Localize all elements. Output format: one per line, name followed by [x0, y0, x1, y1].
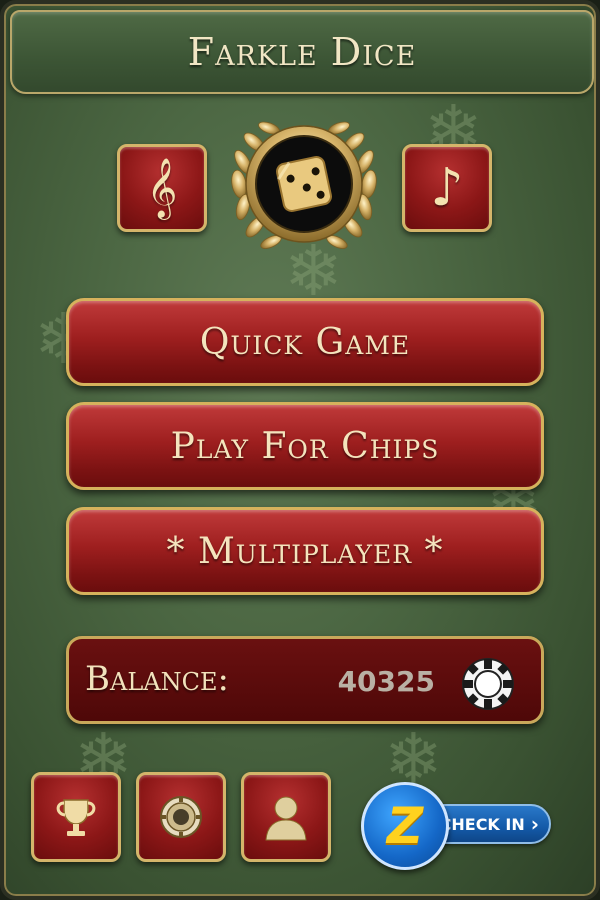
check-in-label: CHECK IN: [439, 814, 525, 834]
quick-game-label: Quick Game: [199, 321, 411, 363]
chevron-right-icon: ›: [530, 812, 539, 836]
page-title: Farkle Dice: [187, 30, 417, 74]
multiplayer-label: * Multiplayer *: [166, 530, 444, 572]
balance-label: Balance:: [85, 659, 229, 699]
achievements-button[interactable]: [31, 772, 121, 862]
chips-shop-button[interactable]: [136, 772, 226, 862]
quick-game-button[interactable]: Quick Game: [66, 298, 544, 386]
sound-fx-button[interactable]: 𝄞: [117, 144, 207, 232]
dice-laurel-icon: [219, 112, 389, 262]
check-in-button[interactable]: CHECK IN › Z: [361, 782, 556, 870]
game-screen: ❄ ❄ ❄ ❄ ❄ ❄ Farkle Dice 𝄞 ♪ Quick Game P…: [0, 0, 600, 900]
music-button[interactable]: ♪: [402, 144, 492, 232]
poker-chip-icon: [462, 658, 514, 710]
user-silhouette-icon: [265, 796, 307, 841]
title-bar: Farkle Dice: [10, 10, 594, 94]
profile-button[interactable]: [241, 772, 331, 862]
balance-value: 40325: [337, 665, 435, 698]
trophy-icon: [56, 799, 96, 836]
multiplayer-button[interactable]: * Multiplayer *: [66, 507, 544, 595]
music-note-icon: ♪: [430, 158, 464, 218]
coin-icon: [160, 796, 202, 838]
balance-panel: Balance: 40325: [66, 636, 544, 724]
z-logo-icon: Z: [361, 782, 449, 870]
play-for-chips-button[interactable]: Play For Chips: [66, 402, 544, 490]
z-logo-letter: Z: [386, 797, 424, 855]
treble-clef-icon: 𝄞: [146, 158, 178, 218]
play-for-chips-label: Play For Chips: [170, 425, 440, 467]
